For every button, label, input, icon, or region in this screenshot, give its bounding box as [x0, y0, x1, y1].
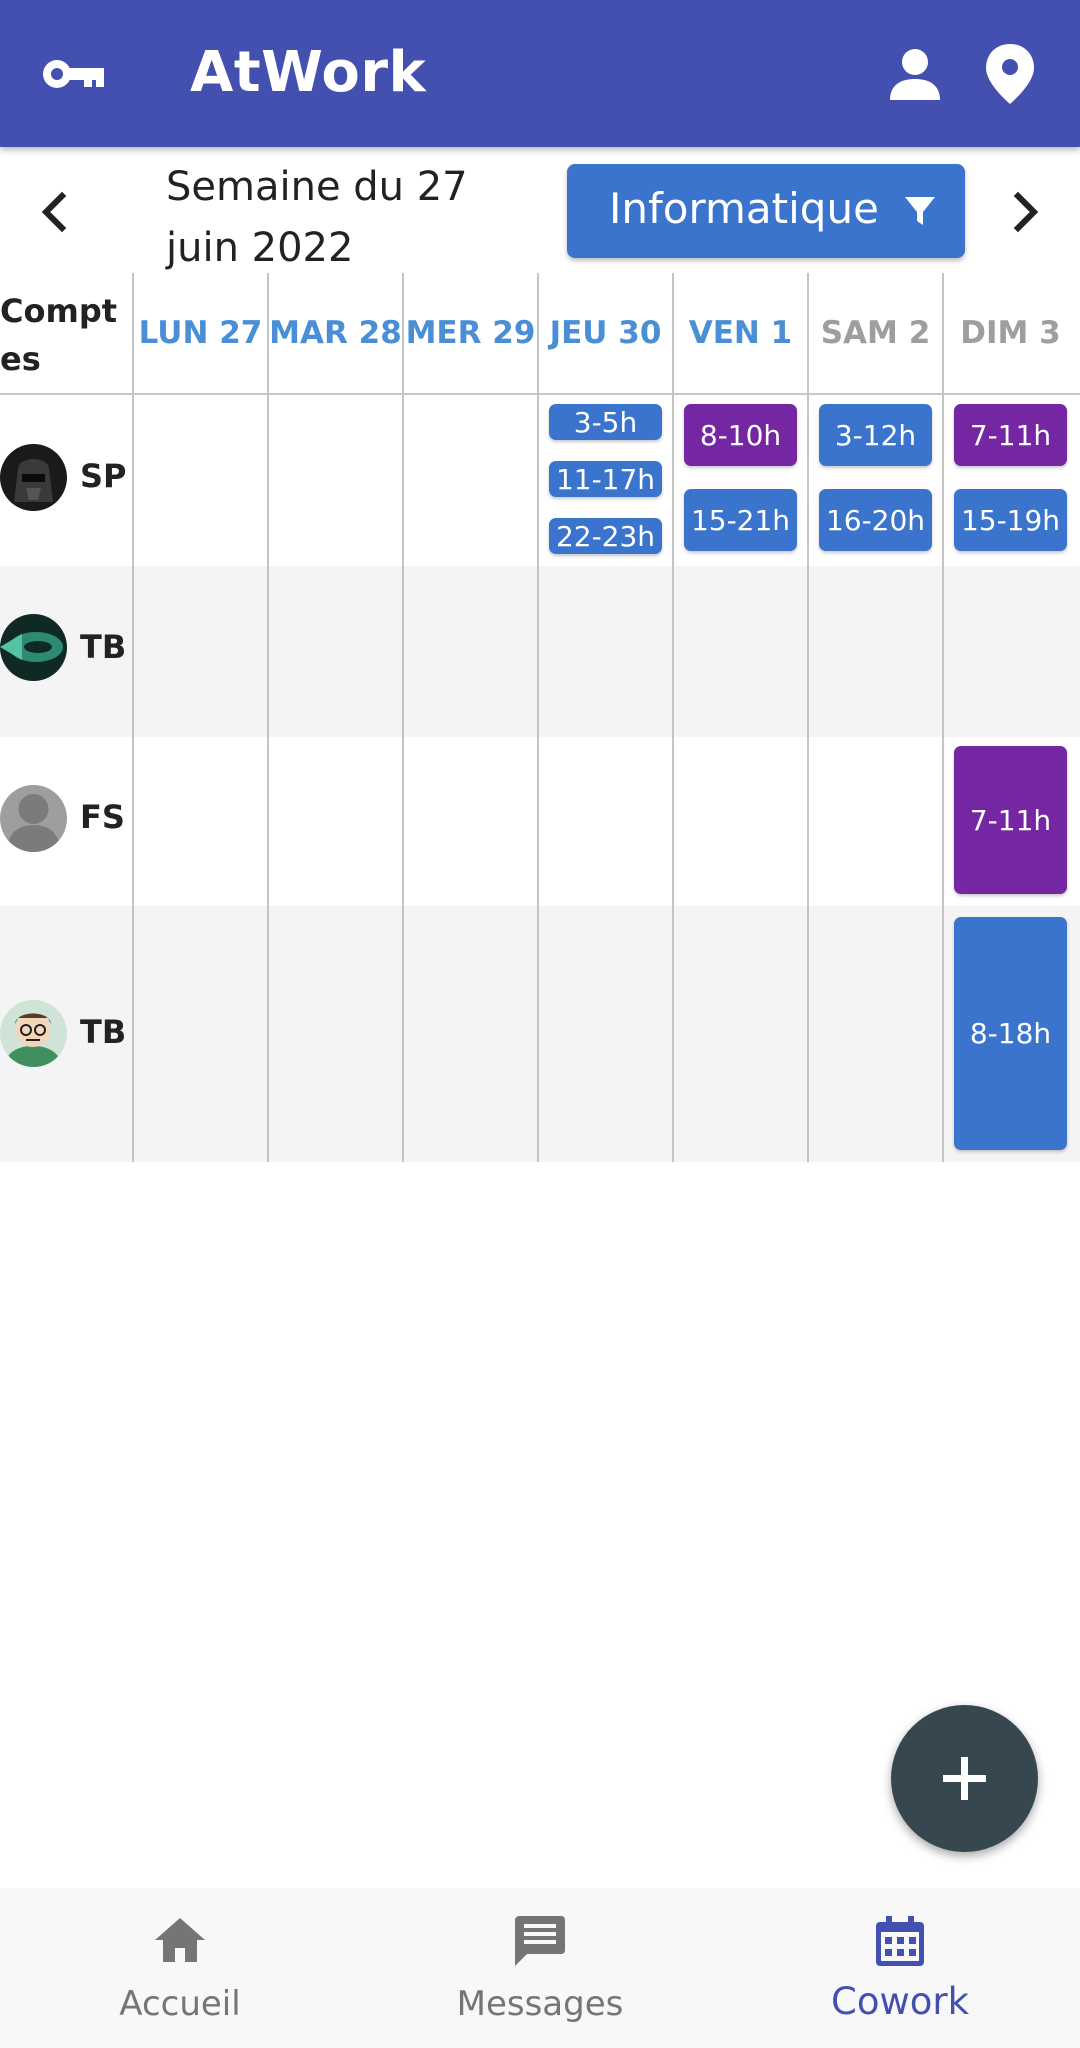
week-navigation: Semaine du 27 juin 2022 Informatique: [0, 147, 1080, 273]
schedule-grid: Comptes SP TB FS TB LUN 27 MAR 28 MER 29…: [0, 273, 1080, 1162]
day-header[interactable]: MER 29: [403, 273, 538, 393]
shift-chip[interactable]: 3-5h: [549, 404, 662, 440]
app-bar: AtWork: [0, 0, 1080, 147]
avatar[interactable]: [0, 785, 67, 852]
nav-label: Messages: [456, 1984, 624, 2024]
accounts-column-header: Comptes: [0, 292, 118, 378]
avatar[interactable]: [0, 614, 67, 681]
key-icon[interactable]: [40, 48, 106, 100]
week-label: Semaine du 27 juin 2022: [166, 164, 468, 271]
column-divider: [807, 273, 809, 1162]
column-divider: [672, 273, 674, 1162]
account-initials: TB: [80, 1013, 127, 1051]
shift-chip[interactable]: 15-19h: [954, 489, 1067, 551]
home-icon: [155, 1918, 205, 1962]
app-title: AtWork: [190, 40, 427, 105]
column-divider: [942, 273, 944, 1162]
bottom-navigation: Accueil Messages Cowork: [0, 1888, 1080, 2048]
day-header[interactable]: JEU 30: [538, 273, 673, 393]
shift-chip[interactable]: 15-21h: [684, 489, 797, 551]
department-filter-button[interactable]: Informatique: [567, 164, 965, 258]
shift-chip[interactable]: 8-18h: [954, 917, 1067, 1150]
nav-label: Accueil: [119, 1984, 241, 2024]
plus-icon: [943, 1757, 986, 1800]
nav-item-accueil[interactable]: Accueil: [0, 1888, 360, 2048]
chevron-left-icon[interactable]: [28, 182, 80, 242]
filter-label: Informatique: [609, 184, 879, 233]
day-header[interactable]: LUN 27: [133, 273, 268, 393]
column-divider: [132, 273, 134, 1162]
location-pin-icon[interactable]: [984, 42, 1036, 106]
account-initials: FS: [80, 798, 125, 836]
row-background: [0, 906, 1080, 1162]
nav-label: Cowork: [830, 1980, 969, 2023]
shift-chip[interactable]: 8-10h: [684, 404, 797, 466]
add-shift-button[interactable]: [891, 1705, 1038, 1852]
shift-chip[interactable]: 7-11h: [954, 404, 1067, 466]
shift-chip[interactable]: 16-20h: [819, 489, 932, 551]
account-initials: TB: [80, 628, 127, 666]
row-background: [0, 566, 1080, 737]
day-header[interactable]: VEN 1: [673, 273, 808, 393]
column-divider: [402, 273, 404, 1162]
calendar-icon: [876, 1916, 924, 1966]
message-icon: [515, 1916, 565, 1966]
day-header[interactable]: DIM 3: [943, 273, 1078, 393]
person-icon[interactable]: [888, 48, 942, 102]
header-divider: [0, 393, 1080, 395]
shift-chip[interactable]: 7-11h: [954, 746, 1067, 894]
nav-item-messages[interactable]: Messages: [360, 1888, 720, 2048]
day-header[interactable]: MAR 28: [268, 273, 403, 393]
shift-chip[interactable]: 22-23h: [549, 518, 662, 554]
avatar[interactable]: [0, 444, 67, 511]
filter-icon: [905, 197, 935, 225]
column-divider: [537, 273, 539, 1162]
day-header[interactable]: SAM 2: [808, 273, 943, 393]
chevron-right-icon[interactable]: [1000, 182, 1052, 242]
nav-item-cowork[interactable]: Cowork: [720, 1888, 1080, 2048]
column-divider: [267, 273, 269, 1162]
shift-chip[interactable]: 3-12h: [819, 404, 932, 466]
shift-chip[interactable]: 11-17h: [549, 461, 662, 497]
account-initials: SP: [80, 457, 127, 495]
avatar[interactable]: [0, 1000, 67, 1067]
